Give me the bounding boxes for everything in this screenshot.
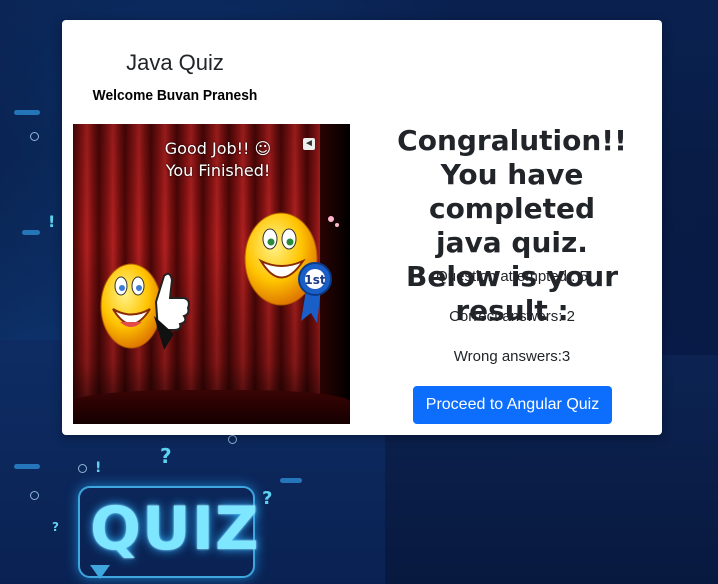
- welcome-message: Welcome Buvan Pranesh: [92, 87, 258, 104]
- ribbon-label: 1st: [304, 273, 325, 287]
- exclamation-icon: !: [95, 460, 102, 476]
- decor-dash: [22, 230, 40, 235]
- heading-line1: Congralution!!: [397, 124, 627, 157]
- decor-dash: [280, 478, 302, 483]
- image-message-line1: Good Job!! ☺: [164, 139, 272, 158]
- quiz-title: Java Quiz: [126, 50, 224, 75]
- decor-ring: [30, 132, 39, 141]
- heading-line2: You have completed: [428, 158, 596, 225]
- thumbs-up-smiley-icon: [100, 263, 190, 350]
- congrats-heading: Congralution!! You have completed java q…: [362, 124, 662, 328]
- heading-line3: java quiz.: [436, 226, 588, 259]
- quiz-badge-text: QUIZ: [90, 494, 260, 564]
- sound-icon[interactable]: ◄: [303, 138, 315, 150]
- attempted-count: Question attempted : 5: [436, 268, 588, 285]
- winner-smiley-icon: 1st: [244, 212, 339, 323]
- result-modal: Java Quiz Welcome Buvan Pranesh Good Job…: [62, 20, 662, 435]
- decor-ring: [30, 491, 39, 500]
- quiz-badge-tail: [90, 565, 110, 579]
- stage-floor: [73, 390, 350, 424]
- correct-count: Correct answers: 2: [449, 308, 575, 325]
- image-message: Good Job!! ☺ You Finished!: [143, 138, 293, 182]
- exclamation-icon: !: [48, 212, 56, 231]
- decor-ring: [78, 464, 87, 473]
- image-message-line2: You Finished!: [165, 161, 271, 180]
- question-mark-icon: ?: [52, 520, 59, 534]
- question-mark-icon: ?: [160, 444, 172, 468]
- decor-ring: [228, 435, 237, 444]
- decor-dash: [14, 110, 40, 115]
- decor-dash: [14, 464, 40, 469]
- wrong-count: Wrong answers:3: [453, 348, 571, 365]
- result-panel: Congralution!! You have completed java q…: [362, 124, 662, 365]
- celebration-image: Good Job!! ☺ You Finished! ◄ 1st: [73, 124, 350, 424]
- proceed-angular-button[interactable]: Proceed to Angular Quiz: [413, 386, 612, 424]
- question-mark-icon: ?: [262, 488, 273, 509]
